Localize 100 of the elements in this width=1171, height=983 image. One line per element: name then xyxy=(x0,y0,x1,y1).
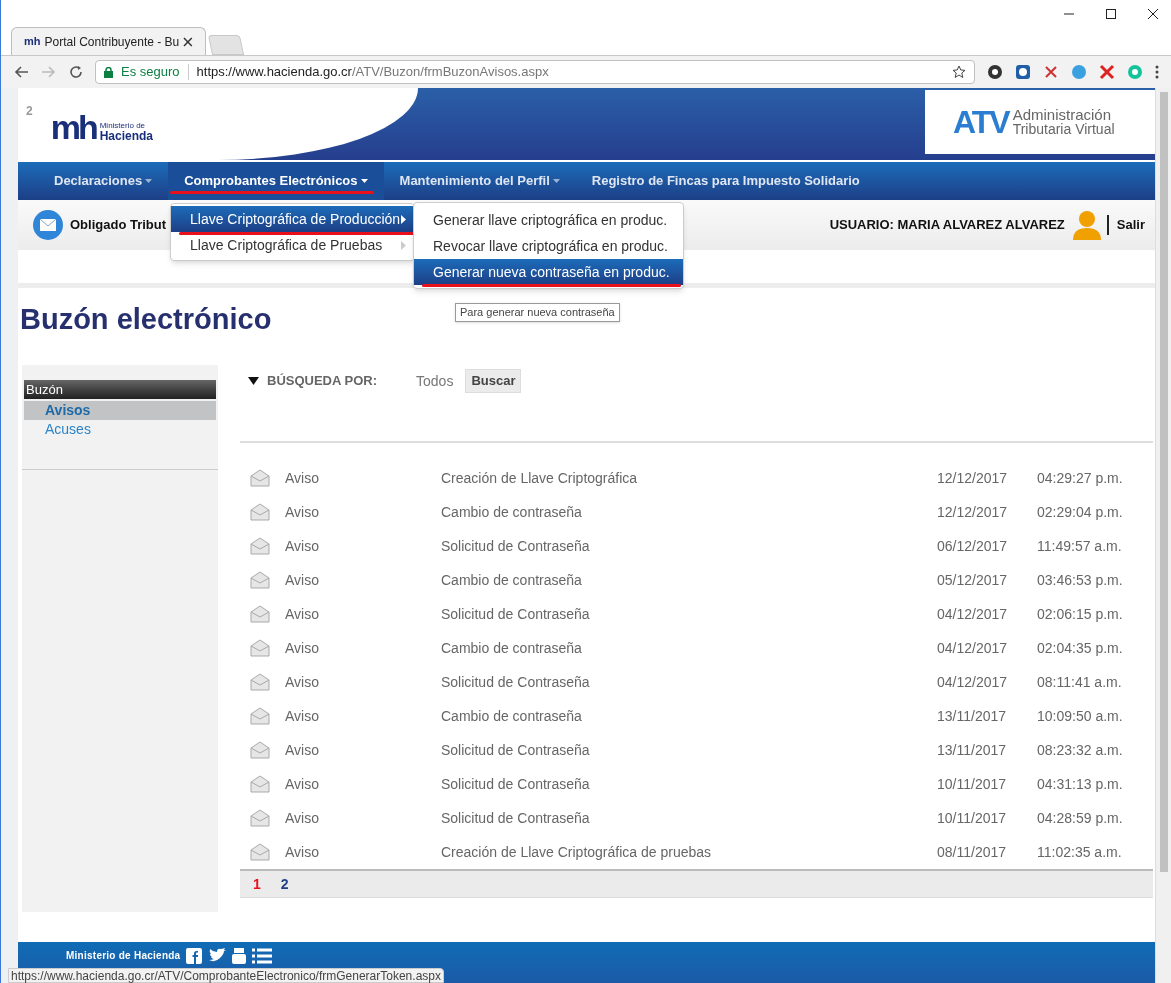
atv-logo-text: Administración xyxy=(1012,107,1112,122)
mail-icon xyxy=(32,209,64,241)
lock-icon xyxy=(104,66,113,78)
message-time: 11:02:35 a.m. xyxy=(1037,842,1122,862)
search-button[interactable]: Buscar xyxy=(465,369,522,393)
facebook-icon[interactable] xyxy=(186,947,203,964)
user-icon xyxy=(1070,210,1103,240)
url-text: https://www.hacienda.go.cr/ATV/Buzon/frmBuzonAvisos.aspx xyxy=(196,63,549,82)
envelope-icon xyxy=(249,638,271,658)
message-time: 02:06:15 p.m. xyxy=(1037,604,1123,624)
logo-mark: mh xyxy=(50,112,96,142)
envelope-icon xyxy=(249,672,271,692)
envelope-icon xyxy=(249,468,271,488)
message-date: 12/12/2017 xyxy=(937,468,1009,488)
star-icon[interactable] xyxy=(952,65,966,79)
user-name: USUARIO: MARIA ALVAREZ ALVAREZ xyxy=(829,216,1065,235)
message-subject: Cambio de contraseña xyxy=(441,570,583,590)
message-row[interactable]: Aviso Cambio de contraseña 13/11/2017 10:09:50 a.m. xyxy=(240,699,1153,733)
submenu-item[interactable]: Revocar llave criptográfica en produc. xyxy=(414,233,683,259)
message-subject: Solicitud de Contraseña xyxy=(441,536,591,556)
scissors-icon[interactable] xyxy=(1043,64,1059,80)
message-type: Aviso xyxy=(285,536,320,556)
message-subject: Solicitud de Contraseña xyxy=(441,808,591,828)
message-type: Aviso xyxy=(285,774,320,794)
search-label: BÚSQUEDA POR: xyxy=(267,372,378,391)
message-date: 13/11/2017 xyxy=(937,706,1008,726)
message-row[interactable]: Aviso Creación de Llave Criptográfica de pruebas 08/11/2017 11:02:35 a.m. xyxy=(240,835,1153,869)
message-row[interactable]: Aviso Cambio de contraseña 05/12/2017 03:46:53 p.m. xyxy=(240,563,1153,597)
nav-item[interactable]: Declaraciones xyxy=(38,162,169,200)
extension-icon[interactable] xyxy=(987,64,1003,80)
message-type: Aviso xyxy=(285,808,320,828)
nav-item[interactable]: Comprobantes Electrónicos xyxy=(168,162,384,200)
video-icon[interactable] xyxy=(232,947,247,964)
message-time: 08:23:32 a.m. xyxy=(1037,740,1123,760)
secure-label: Es seguro xyxy=(121,63,180,82)
message-type: Aviso xyxy=(285,672,320,692)
atv-logo-text: Tributaria Virtual xyxy=(1012,122,1115,137)
message-row[interactable]: Aviso Cambio de contraseña 12/12/2017 02:29:04 p.m. xyxy=(240,495,1153,529)
message-time: 08:11:41 a.m. xyxy=(1037,672,1122,692)
message-type: Aviso xyxy=(285,842,320,862)
page-title: Buzón electrónico xyxy=(20,302,272,337)
message-row[interactable]: Aviso Solicitud de Contraseña 10/11/2017 04:31:13 p.m. xyxy=(240,767,1153,801)
list-icon[interactable] xyxy=(252,947,273,964)
page-link[interactable]: 1 xyxy=(253,873,261,895)
message-time: 02:29:04 p.m. xyxy=(1037,502,1123,522)
message-subject: Solicitud de Contraseña xyxy=(441,774,591,794)
bird-icon[interactable] xyxy=(208,947,227,964)
message-time: 03:46:53 p.m. xyxy=(1037,570,1123,590)
message-date: 04/12/2017 xyxy=(937,638,1009,658)
tab-favicon: mh xyxy=(24,34,41,50)
message-time: 02:04:35 p.m. xyxy=(1037,638,1123,658)
page-link[interactable]: 2 xyxy=(280,873,289,895)
message-row[interactable]: Aviso Solicitud de Contraseña 04/12/2017 08:11:41 a.m. xyxy=(240,665,1153,699)
message-row[interactable]: Aviso Creación de Llave Criptográfica 12/12/2017 04:29:27 p.m. xyxy=(240,461,1153,495)
tooltip: Para generar nueva contraseña xyxy=(455,303,620,322)
message-subject: Cambio de contraseña xyxy=(441,706,583,726)
reload-icon[interactable] xyxy=(69,65,83,79)
maximize-icon[interactable] xyxy=(1105,8,1117,20)
message-time: 04:28:59 p.m. xyxy=(1037,808,1123,828)
envelope-icon xyxy=(249,536,271,556)
back-arrow-icon[interactable] xyxy=(13,65,29,79)
sidebar-item[interactable]: Avisos xyxy=(24,401,216,420)
message-row[interactable]: Aviso Solicitud de Contraseña 06/12/2017 11:49:57 a.m. xyxy=(240,529,1153,563)
sidebar-heading: Buzón xyxy=(24,380,216,399)
nav-item[interactable]: Mantenimiento del Perfil xyxy=(383,162,576,200)
logo-text: Ministerio de xyxy=(99,121,147,130)
message-time: 11:49:57 a.m. xyxy=(1037,536,1122,556)
menu-item[interactable]: Llave Criptográfica de Producción xyxy=(171,206,414,232)
message-date: 10/11/2017 xyxy=(937,774,1008,794)
footer-text: Ministerio de Hacienda xyxy=(66,949,181,963)
cross-tools-icon[interactable] xyxy=(1099,64,1115,80)
message-row[interactable]: Aviso Solicitud de Contraseña 10/11/2017 04:28:59 p.m. xyxy=(240,801,1153,835)
collapse-triangle-icon[interactable] xyxy=(248,377,259,385)
tab-title: Portal Contribuyente - Bu xyxy=(44,33,180,51)
message-type: Aviso xyxy=(285,604,320,624)
message-row[interactable]: Aviso Cambio de contraseña 04/12/2017 02:04:35 p.m. xyxy=(240,631,1153,665)
envelope-icon xyxy=(249,774,271,794)
message-type: Aviso xyxy=(285,740,320,760)
address-bar[interactable]: Es seguro https://www.hacienda.go.cr/ATV/Buzon/frmBuzonAvisos.aspx xyxy=(95,60,975,84)
submenu-item[interactable]: Generar llave criptográfica en produc. xyxy=(414,207,683,233)
message-subject: Cambio de contraseña xyxy=(441,638,583,658)
submenu-item[interactable]: Generar nueva contraseña en produc. xyxy=(414,259,683,285)
message-date: 04/12/2017 xyxy=(937,604,1009,624)
envelope-icon xyxy=(249,502,271,522)
menu-item[interactable]: Llave Criptográfica de Pruebas xyxy=(171,232,414,258)
message-type: Aviso xyxy=(285,706,320,726)
envelope-icon xyxy=(249,604,271,624)
browser-tab[interactable]: mh Portal Contribuyente - Bu xyxy=(11,27,206,55)
message-row[interactable]: Aviso Solicitud de Contraseña 04/12/2017 02:06:15 p.m. xyxy=(240,597,1153,631)
menu-icon[interactable] xyxy=(1155,65,1159,79)
message-row[interactable]: Aviso Solicitud de Contraseña 13/11/2017 08:23:32 a.m. xyxy=(240,733,1153,767)
logout-link[interactable]: Salir xyxy=(1116,215,1145,235)
chevron-right-icon xyxy=(401,240,406,250)
sidebar-item[interactable]: Acuses xyxy=(24,420,216,439)
nav-item[interactable]: Registro de Fincas para Impuesto Solidario xyxy=(575,162,876,200)
extension-icon[interactable] xyxy=(1015,64,1031,80)
close-icon[interactable] xyxy=(1147,8,1159,20)
envelope-icon xyxy=(249,570,271,590)
message-time: 04:29:27 p.m. xyxy=(1037,468,1123,488)
close-icon[interactable] xyxy=(183,36,193,47)
